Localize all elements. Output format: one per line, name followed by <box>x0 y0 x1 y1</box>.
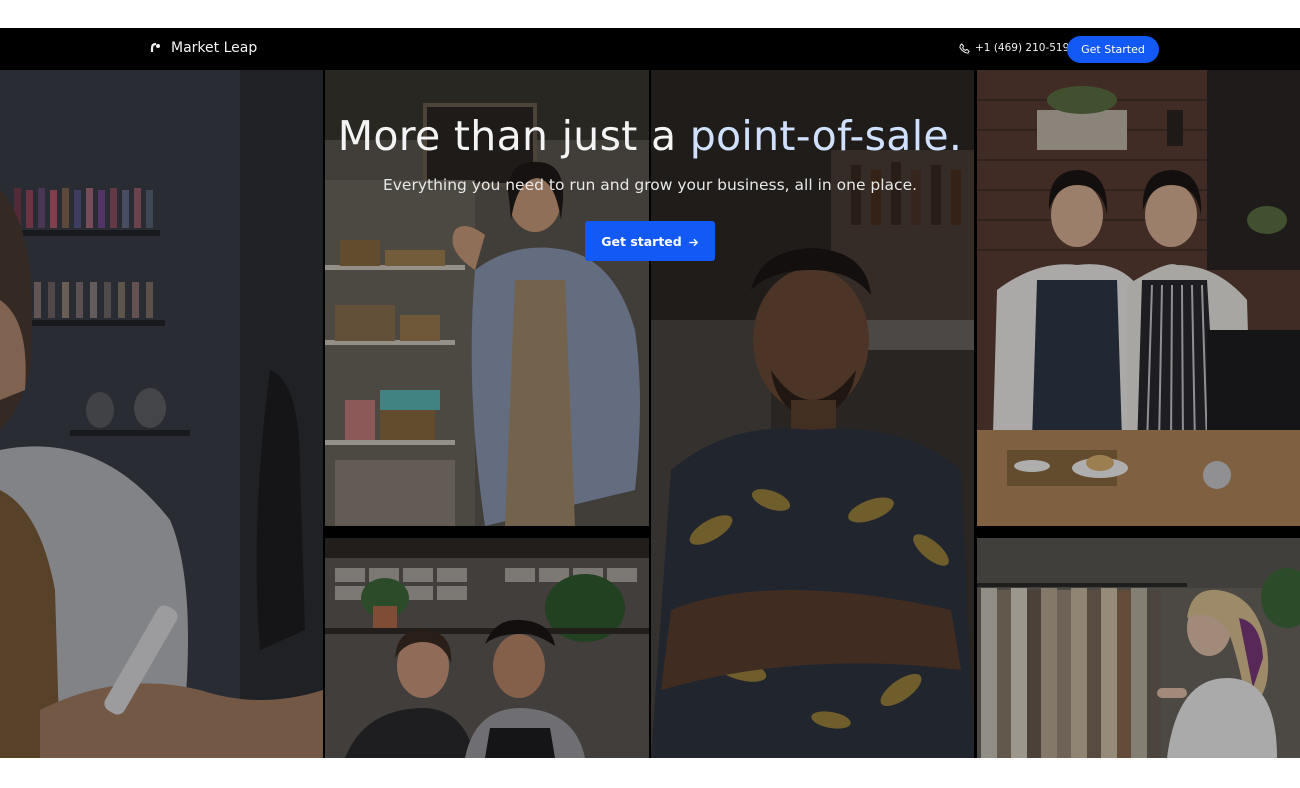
coffee-shop-workers-photo <box>325 538 649 758</box>
photo-gallery <box>0 70 1300 758</box>
nail-salon-photo <box>0 70 323 758</box>
hero-cta-label: Get started <box>601 233 682 249</box>
phone-link[interactable]: +1 (469) 210-5193 <box>959 42 1076 54</box>
brand-logo-link[interactable]: Market Leap <box>150 40 257 56</box>
hero-subhead: Everything you need to run and grow your… <box>382 176 918 194</box>
phone-icon <box>959 42 970 54</box>
headline-main: More than just a <box>337 112 690 160</box>
arrow-right-icon <box>688 236 699 247</box>
clothing-boutique-photo <box>977 538 1300 758</box>
top-navbar: Market Leap +1 (469) 210-5193 Get Starte… <box>0 28 1300 70</box>
headline-accent: point-of-sale. <box>689 112 963 160</box>
market-leap-logo-icon <box>150 42 162 54</box>
nav-get-started-button[interactable]: Get Started <box>1067 36 1159 63</box>
phone-number: +1 (469) 210-5193 <box>975 42 1076 54</box>
hero-headline: More than just a point-of-sale. <box>0 112 1300 160</box>
page-frame: Market Leap +1 (469) 210-5193 Get Starte… <box>0 28 1300 758</box>
brand-name: Market Leap <box>171 40 258 56</box>
smiling-man-photo <box>651 70 974 758</box>
hero-get-started-button[interactable]: Get started <box>585 221 715 261</box>
